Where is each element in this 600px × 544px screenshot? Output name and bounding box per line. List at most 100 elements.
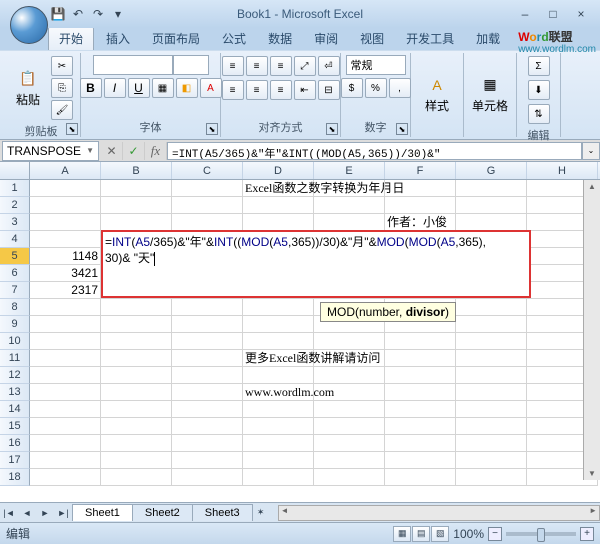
row-header[interactable]: 17 xyxy=(0,452,30,469)
cell[interactable] xyxy=(243,367,314,384)
cell[interactable] xyxy=(385,469,456,486)
sheet-tab[interactable]: Sheet2 xyxy=(132,504,193,521)
cell[interactable] xyxy=(243,316,314,333)
column-header[interactable]: D xyxy=(243,162,314,179)
column-header[interactable]: H xyxy=(527,162,598,179)
align-left-button[interactable]: ≡ xyxy=(222,80,244,100)
minimize-button[interactable]: – xyxy=(514,6,536,22)
row-header[interactable]: 10 xyxy=(0,333,30,350)
cell[interactable] xyxy=(101,333,172,350)
fill-button[interactable]: ⬇ xyxy=(528,80,550,100)
cell[interactable] xyxy=(172,435,243,452)
cell[interactable] xyxy=(30,197,101,214)
decrease-indent-button[interactable]: ⇤ xyxy=(294,80,316,100)
cell[interactable] xyxy=(101,418,172,435)
cell[interactable] xyxy=(172,316,243,333)
grid-body[interactable]: 1Excel函数之数字转换为年月日23作者：小俊4511486342172317… xyxy=(0,180,600,486)
page-break-view-button[interactable]: ▧ xyxy=(431,526,449,542)
autosum-button[interactable]: Σ xyxy=(528,56,550,76)
cell[interactable] xyxy=(30,231,101,248)
align-middle-button[interactable]: ≡ xyxy=(246,56,268,76)
cell[interactable] xyxy=(243,214,314,231)
paste-button[interactable]: 📋 粘贴 xyxy=(8,60,48,116)
cell[interactable] xyxy=(172,214,243,231)
cell[interactable] xyxy=(30,299,101,316)
close-button[interactable]: × xyxy=(570,6,592,22)
cut-button[interactable]: ✂ xyxy=(51,56,73,76)
cell[interactable] xyxy=(30,350,101,367)
cancel-formula-button[interactable]: ✕ xyxy=(101,142,123,160)
cell[interactable] xyxy=(385,384,456,401)
tab-nav-next-button[interactable]: ► xyxy=(36,504,54,522)
copy-button[interactable]: ⎘ xyxy=(51,78,73,98)
cell[interactable] xyxy=(456,180,527,197)
qat-dropdown-icon[interactable]: ▾ xyxy=(110,6,126,22)
cells-button[interactable]: ▦ 单元格 xyxy=(470,66,510,122)
cell[interactable] xyxy=(385,418,456,435)
font-size-combo[interactable] xyxy=(173,55,209,75)
row-header[interactable]: 15 xyxy=(0,418,30,435)
ribbon-tab-8[interactable]: 加载 xyxy=(466,27,510,50)
row-header[interactable]: 1 xyxy=(0,180,30,197)
align-right-button[interactable]: ≡ xyxy=(270,80,292,100)
cell[interactable] xyxy=(172,469,243,486)
cell[interactable] xyxy=(456,350,527,367)
cell[interactable] xyxy=(385,435,456,452)
zoom-level[interactable]: 100% xyxy=(453,527,484,541)
cell[interactable] xyxy=(101,401,172,418)
cell[interactable] xyxy=(101,367,172,384)
cell[interactable]: 1148 xyxy=(30,248,101,265)
format-painter-button[interactable]: 🖌 xyxy=(51,100,73,120)
ribbon-tab-6[interactable]: 视图 xyxy=(350,27,394,50)
row-header[interactable]: 13 xyxy=(0,384,30,401)
cell[interactable] xyxy=(172,350,243,367)
cell[interactable] xyxy=(385,350,456,367)
cell[interactable]: Excel函数之数字转换为年月日 xyxy=(243,180,314,197)
normal-view-button[interactable]: ▦ xyxy=(393,526,411,542)
tab-nav-prev-button[interactable]: ◄ xyxy=(18,504,36,522)
cell[interactable] xyxy=(101,180,172,197)
cell[interactable] xyxy=(314,469,385,486)
cell[interactable] xyxy=(172,418,243,435)
cell[interactable] xyxy=(385,401,456,418)
column-header[interactable]: C xyxy=(172,162,243,179)
cell[interactable] xyxy=(243,401,314,418)
tab-nav-last-button[interactable]: ►| xyxy=(54,504,72,522)
office-button[interactable] xyxy=(10,6,48,44)
sort-filter-button[interactable]: ⇅ xyxy=(528,104,550,124)
column-header[interactable]: A xyxy=(30,162,101,179)
cell[interactable] xyxy=(456,367,527,384)
merge-button[interactable]: ⊟ xyxy=(318,80,340,100)
fill-color-button[interactable]: ◧ xyxy=(176,78,198,98)
cell[interactable] xyxy=(385,452,456,469)
horizontal-scrollbar[interactable] xyxy=(278,505,600,521)
enter-formula-button[interactable]: ✓ xyxy=(123,142,145,160)
cell[interactable] xyxy=(101,350,172,367)
cell[interactable] xyxy=(30,384,101,401)
cell-edit-overlay[interactable]: =INT(A5/365)&"年"&INT((MOD(A5,365))/30)&"… xyxy=(101,230,531,298)
cell[interactable] xyxy=(172,299,243,316)
new-sheet-button[interactable]: ✶ xyxy=(252,504,270,522)
cell[interactable] xyxy=(314,367,385,384)
align-bottom-button[interactable]: ≡ xyxy=(270,56,292,76)
cell[interactable] xyxy=(456,452,527,469)
cell[interactable] xyxy=(314,435,385,452)
sheet-tab[interactable]: Sheet1 xyxy=(72,504,133,521)
cell[interactable] xyxy=(314,384,385,401)
cell[interactable] xyxy=(456,384,527,401)
cell[interactable] xyxy=(314,180,385,197)
cell[interactable] xyxy=(172,333,243,350)
cell[interactable] xyxy=(30,367,101,384)
formula-bar[interactable]: =INT(A5/365)&"年"&INT((MOD(A5,365))/30)&" xyxy=(167,142,582,160)
cell[interactable] xyxy=(385,367,456,384)
row-header[interactable]: 12 xyxy=(0,367,30,384)
row-header[interactable]: 6 xyxy=(0,265,30,282)
expand-formula-bar-button[interactable]: ⌄ xyxy=(582,142,600,160)
orientation-button[interactable]: ⤢ xyxy=(294,56,316,76)
cell[interactable]: 作者：小俊 xyxy=(385,214,456,231)
row-header[interactable]: 16 xyxy=(0,435,30,452)
sheet-tab[interactable]: Sheet3 xyxy=(192,504,253,521)
cell[interactable] xyxy=(243,299,314,316)
cell[interactable] xyxy=(385,197,456,214)
comma-button[interactable]: , xyxy=(389,78,411,98)
